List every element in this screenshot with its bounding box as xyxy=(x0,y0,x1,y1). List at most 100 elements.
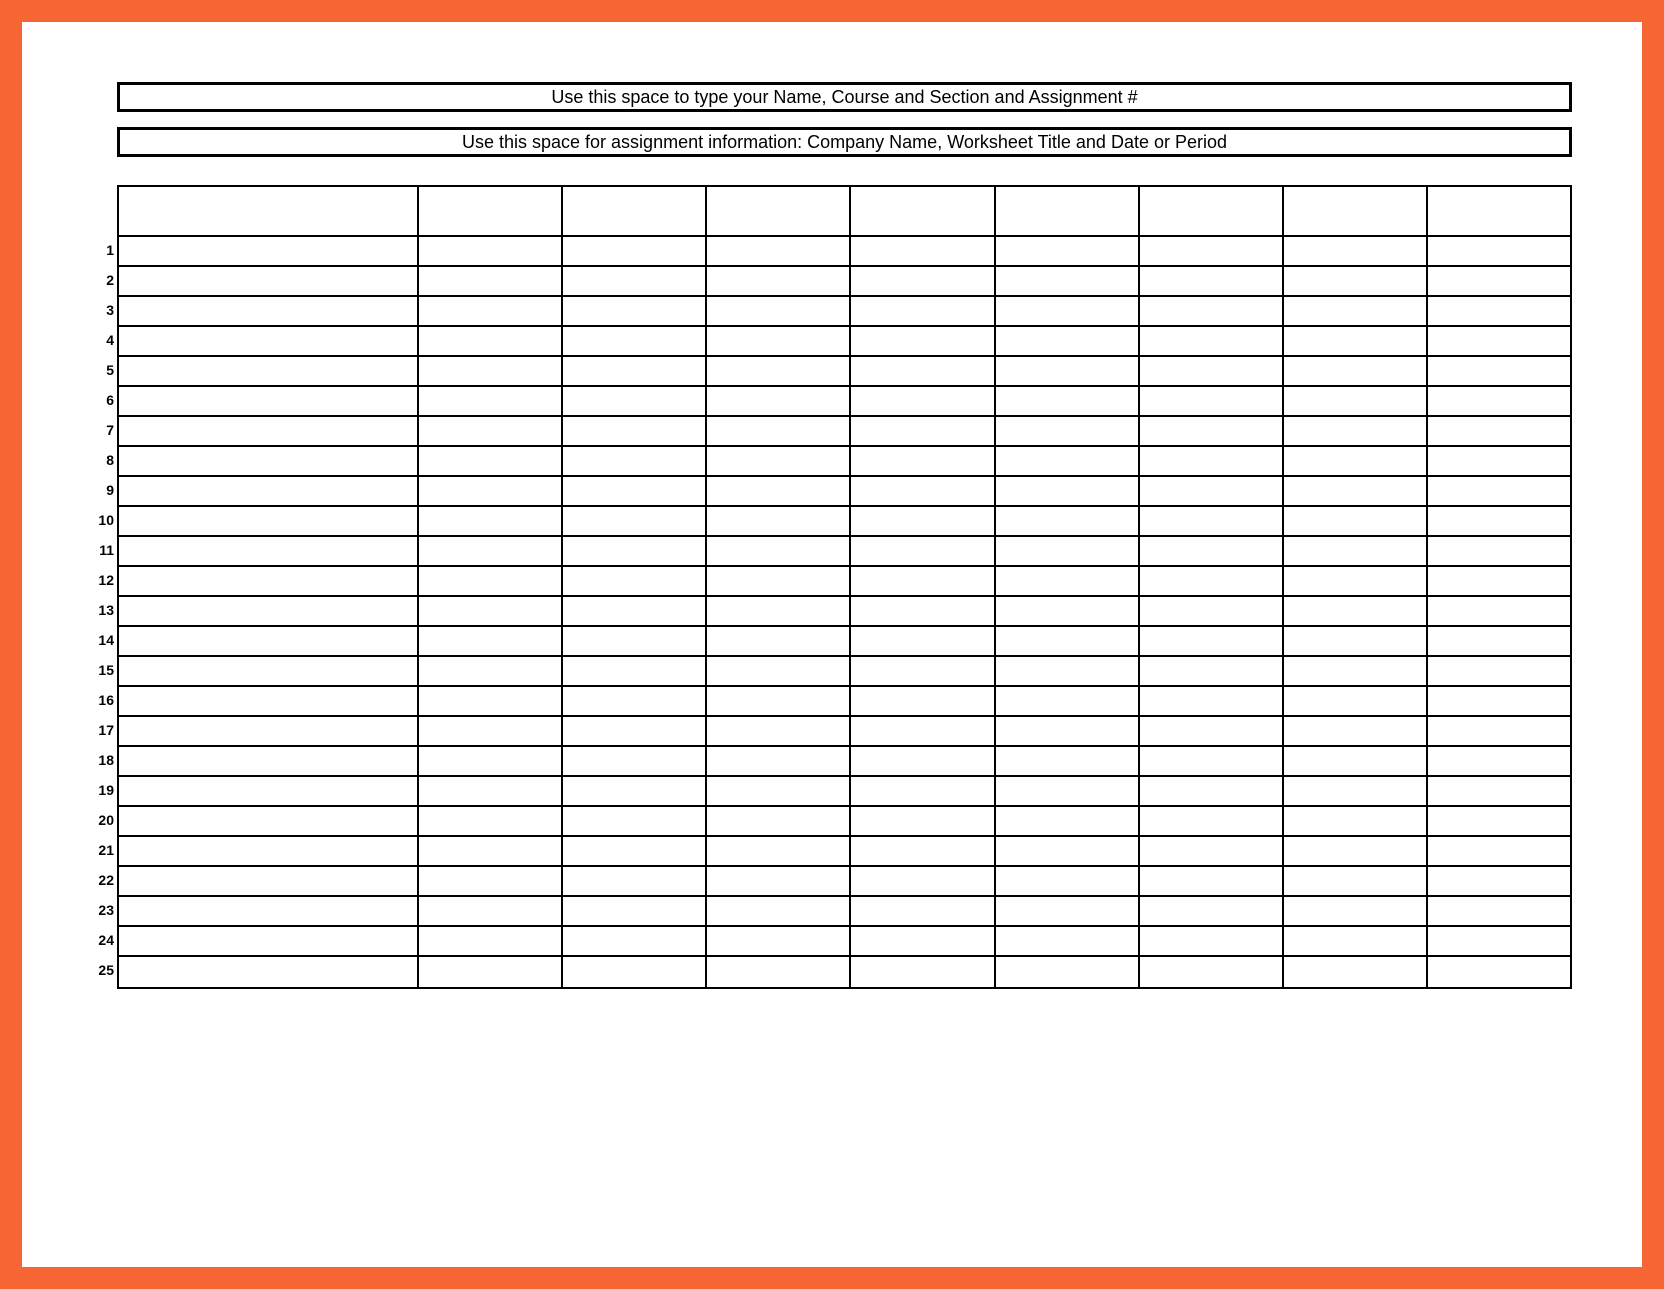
data-cell[interactable] xyxy=(419,717,563,745)
data-cell[interactable] xyxy=(563,927,707,955)
data-cell[interactable] xyxy=(996,627,1140,655)
data-cell[interactable] xyxy=(419,327,563,355)
data-cell[interactable] xyxy=(119,597,419,625)
data-cell[interactable] xyxy=(1140,717,1284,745)
data-cell[interactable] xyxy=(419,507,563,535)
data-cell[interactable] xyxy=(1140,237,1284,265)
data-cell[interactable] xyxy=(419,567,563,595)
data-cell[interactable] xyxy=(996,537,1140,565)
data-cell[interactable] xyxy=(563,687,707,715)
data-cell[interactable] xyxy=(563,357,707,385)
data-cell[interactable] xyxy=(707,417,851,445)
data-cell[interactable] xyxy=(119,387,419,415)
data-cell[interactable] xyxy=(1284,357,1428,385)
data-cell[interactable] xyxy=(1428,777,1570,805)
data-cell[interactable] xyxy=(707,537,851,565)
data-cell[interactable] xyxy=(1428,327,1570,355)
data-cell[interactable] xyxy=(707,447,851,475)
data-cell[interactable] xyxy=(563,747,707,775)
data-cell[interactable] xyxy=(1140,867,1284,895)
data-cell[interactable] xyxy=(119,537,419,565)
data-cell[interactable] xyxy=(996,957,1140,987)
data-cell[interactable] xyxy=(707,237,851,265)
data-cell[interactable] xyxy=(119,237,419,265)
data-cell[interactable] xyxy=(419,957,563,987)
data-cell[interactable] xyxy=(419,927,563,955)
data-cell[interactable] xyxy=(1428,387,1570,415)
data-cell[interactable] xyxy=(563,567,707,595)
data-cell[interactable] xyxy=(1428,447,1570,475)
data-cell[interactable] xyxy=(1284,267,1428,295)
data-cell[interactable] xyxy=(119,927,419,955)
data-cell[interactable] xyxy=(119,507,419,535)
data-cell[interactable] xyxy=(707,867,851,895)
data-cell[interactable] xyxy=(419,867,563,895)
data-cell[interactable] xyxy=(707,267,851,295)
data-cell[interactable] xyxy=(419,807,563,835)
data-cell[interactable] xyxy=(119,447,419,475)
data-cell[interactable] xyxy=(1428,357,1570,385)
data-cell[interactable] xyxy=(563,867,707,895)
data-cell[interactable] xyxy=(1428,297,1570,325)
data-cell[interactable] xyxy=(996,567,1140,595)
data-cell[interactable] xyxy=(707,627,851,655)
data-cell[interactable] xyxy=(419,657,563,685)
data-cell[interactable] xyxy=(1428,267,1570,295)
data-cell[interactable] xyxy=(1284,447,1428,475)
data-cell[interactable] xyxy=(563,957,707,987)
data-cell[interactable] xyxy=(996,507,1140,535)
data-cell[interactable] xyxy=(563,417,707,445)
data-cell[interactable] xyxy=(996,387,1140,415)
data-cell[interactable] xyxy=(1428,627,1570,655)
data-cell[interactable] xyxy=(1428,717,1570,745)
data-cell[interactable] xyxy=(851,357,995,385)
header-cell[interactable] xyxy=(419,187,563,235)
data-cell[interactable] xyxy=(1140,387,1284,415)
data-cell[interactable] xyxy=(563,627,707,655)
data-cell[interactable] xyxy=(1140,477,1284,505)
data-cell[interactable] xyxy=(1428,837,1570,865)
data-cell[interactable] xyxy=(1284,387,1428,415)
data-cell[interactable] xyxy=(1140,297,1284,325)
data-cell[interactable] xyxy=(1140,747,1284,775)
data-cell[interactable] xyxy=(996,717,1140,745)
data-cell[interactable] xyxy=(851,687,995,715)
data-cell[interactable] xyxy=(1140,327,1284,355)
data-cell[interactable] xyxy=(1428,747,1570,775)
data-cell[interactable] xyxy=(996,237,1140,265)
data-cell[interactable] xyxy=(1284,327,1428,355)
data-cell[interactable] xyxy=(996,447,1140,475)
data-cell[interactable] xyxy=(1428,657,1570,685)
data-cell[interactable] xyxy=(119,957,419,987)
data-cell[interactable] xyxy=(419,897,563,925)
name-course-section-bar[interactable]: Use this space to type your Name, Course… xyxy=(117,82,1572,112)
assignment-info-bar[interactable]: Use this space for assignment informatio… xyxy=(117,127,1572,157)
data-cell[interactable] xyxy=(996,837,1140,865)
data-cell[interactable] xyxy=(419,357,563,385)
data-cell[interactable] xyxy=(996,807,1140,835)
data-cell[interactable] xyxy=(851,477,995,505)
data-cell[interactable] xyxy=(1284,507,1428,535)
data-cell[interactable] xyxy=(851,957,995,987)
data-cell[interactable] xyxy=(707,807,851,835)
data-cell[interactable] xyxy=(851,327,995,355)
data-cell[interactable] xyxy=(996,297,1140,325)
data-cell[interactable] xyxy=(1140,267,1284,295)
data-cell[interactable] xyxy=(419,267,563,295)
data-cell[interactable] xyxy=(119,777,419,805)
data-cell[interactable] xyxy=(119,897,419,925)
data-cell[interactable] xyxy=(1140,777,1284,805)
data-cell[interactable] xyxy=(996,687,1140,715)
data-cell[interactable] xyxy=(851,777,995,805)
data-cell[interactable] xyxy=(707,657,851,685)
data-cell[interactable] xyxy=(119,357,419,385)
data-cell[interactable] xyxy=(851,867,995,895)
data-cell[interactable] xyxy=(119,267,419,295)
data-cell[interactable] xyxy=(996,897,1140,925)
data-cell[interactable] xyxy=(707,687,851,715)
data-cell[interactable] xyxy=(119,867,419,895)
data-cell[interactable] xyxy=(996,777,1140,805)
data-cell[interactable] xyxy=(563,777,707,805)
data-cell[interactable] xyxy=(1428,927,1570,955)
data-cell[interactable] xyxy=(1284,867,1428,895)
